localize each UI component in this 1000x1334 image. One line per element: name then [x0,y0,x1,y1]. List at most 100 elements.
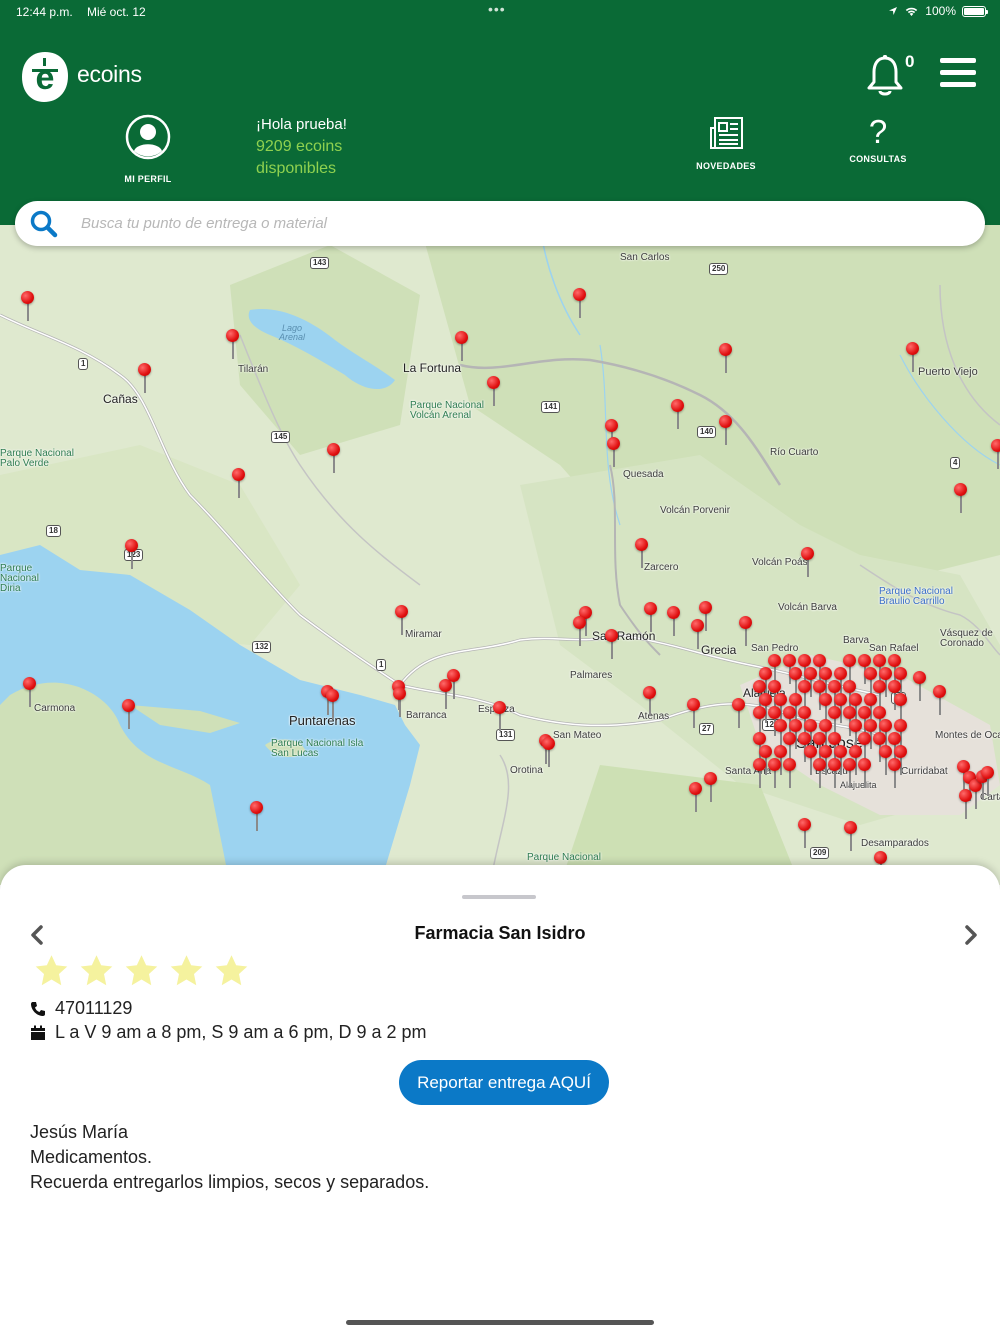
map-pin-icon[interactable] [644,602,658,632]
map-pin-icon[interactable] [844,821,858,851]
map-label-san-mateo: San Mateo [553,730,602,741]
news-label: NOVEDADES [696,161,756,171]
map-pin-icon[interactable] [671,399,685,429]
calendar-icon [31,1025,45,1040]
map-label-tilaran: Tilarán [238,364,269,375]
map-pin-icon[interactable] [643,686,657,716]
map-label-palmares: Palmares [570,670,613,681]
map-pin-icon[interactable] [493,701,507,731]
map-pin-icon[interactable] [981,766,995,796]
notification-count: 0 [905,52,915,71]
help-button[interactable]: ? CONSULTAS [842,113,914,165]
map-pin-icon[interactable] [542,737,556,767]
road-shield: 132 [252,641,272,653]
news-button[interactable]: NOVEDADES [690,116,762,171]
map-label-san-carlos: San Carlos [620,252,670,263]
map-pin-icon[interactable] [704,772,718,802]
star-icon[interactable] [78,953,115,989]
map-pin-icon[interactable] [21,291,35,321]
search-bar[interactable] [15,201,985,246]
map-pin-icon[interactable] [138,363,152,393]
map-pin-icon[interactable] [635,538,649,568]
map-pin-icon[interactable] [395,605,409,635]
map-pin-icon[interactable] [393,687,407,717]
question-mark-icon: ? [868,113,888,150]
map-pin-icon[interactable] [23,677,37,707]
map-pin-icon[interactable] [605,629,619,659]
delivery-note: Recuerda entregarlos limpios, secos y se… [30,1172,430,1192]
map-pin-icon[interactable] [828,758,842,788]
map-pin-icon[interactable] [687,698,701,728]
map-pin-icon[interactable] [913,671,927,701]
profile-button[interactable]: MI PERFIL [118,114,178,184]
report-delivery-button[interactable]: Reportar entrega AQUÍ [399,1060,609,1105]
map-pin-icon[interactable] [573,288,587,318]
map-pin-icon[interactable] [439,679,453,709]
map-pin-icon[interactable] [487,376,501,406]
battery-percent: 100% [925,4,956,18]
map-pin-icon[interactable] [888,758,902,788]
chevron-right-icon[interactable] [963,924,979,946]
road-shield: 141 [541,401,561,413]
map-pin-icon[interactable] [768,758,782,788]
balance-caption: disponibles [256,160,337,177]
map-pin-icon[interactable] [455,331,469,361]
accepted-materials: Medicamentos. [30,1147,153,1167]
star-icon[interactable] [168,953,205,989]
map-pin-icon[interactable] [122,699,136,729]
battery-icon [962,5,988,17]
map-label-orotina: Orotina [510,765,543,776]
map-pin-icon[interactable] [689,782,703,812]
star-icon[interactable] [123,953,160,989]
map-label-la-fortuna: La Fortuna [403,361,462,375]
map-pin-icon[interactable] [813,758,827,788]
map-pin-icon[interactable] [739,616,753,646]
map-pin-icon[interactable] [327,443,341,473]
map-pin-icon[interactable] [232,468,246,498]
road-shield: 143 [310,257,330,269]
map-pin-icon[interactable] [783,758,797,788]
profile-label: MI PERFIL [124,174,172,184]
map-label-pn-diria: Parque Nacional Diria [0,563,39,594]
map-pin-icon[interactable] [667,606,681,636]
map-pin-icon[interactable] [607,437,621,467]
map-pin-icon[interactable] [843,758,857,788]
map-pin-icon[interactable] [906,342,920,372]
status-right: 100% [888,4,988,18]
road-shield: 250 [709,263,729,275]
map-pin-icon[interactable] [719,343,733,373]
map-pin-icon[interactable] [719,415,733,445]
map-pin-icon[interactable] [858,758,872,788]
sheet-grabber[interactable] [462,895,536,899]
map-pin-icon[interactable] [959,789,973,819]
greeting-text: ¡Hola prueba! [256,116,347,133]
status-bar: 12:44 p.m. Mié oct. 12 ••• 100% [0,0,1000,24]
map-pin-icon[interactable] [801,547,815,577]
map-label-lago-arenal: Lago Arenal [278,323,305,342]
map-pin-icon[interactable] [326,689,340,719]
map-label-parque-nacional: Parque Nacional [527,852,601,863]
search-input[interactable] [81,203,985,244]
location-arrow-icon [889,7,898,15]
map-pin-icon[interactable] [125,539,139,569]
map-pin-icon[interactable] [226,329,240,359]
app-root: 12:44 p.m. Mié oct. 12 ••• 100% e ecoins [0,0,1000,1334]
star-icon[interactable] [213,953,250,989]
map-pin-icon[interactable] [954,483,968,513]
map-pin-icon[interactable] [732,698,746,728]
star-icon[interactable] [33,953,70,989]
phone-row[interactable]: 47011129 [30,998,132,1019]
map-pin-icon[interactable] [573,616,587,646]
hamburger-menu-icon[interactable] [940,58,976,88]
brand-name: ecoins [77,61,142,87]
map-view[interactable]: San Carlos Lago Arenal La Fortuna Tilará… [0,225,1000,885]
map-pin-icon[interactable] [991,439,1000,469]
map-pin-icon[interactable] [250,801,264,831]
map-pin-icon[interactable] [798,818,812,848]
map-pin-icon[interactable] [691,619,705,649]
map-pin-icon[interactable] [753,758,767,788]
opening-hours: L a V 9 am a 8 pm, S 9 am a 6 pm, D 9 a … [55,1022,427,1042]
rating-stars[interactable] [33,953,250,989]
bell-icon[interactable] [866,54,904,98]
map-pin-icon[interactable] [933,685,947,715]
